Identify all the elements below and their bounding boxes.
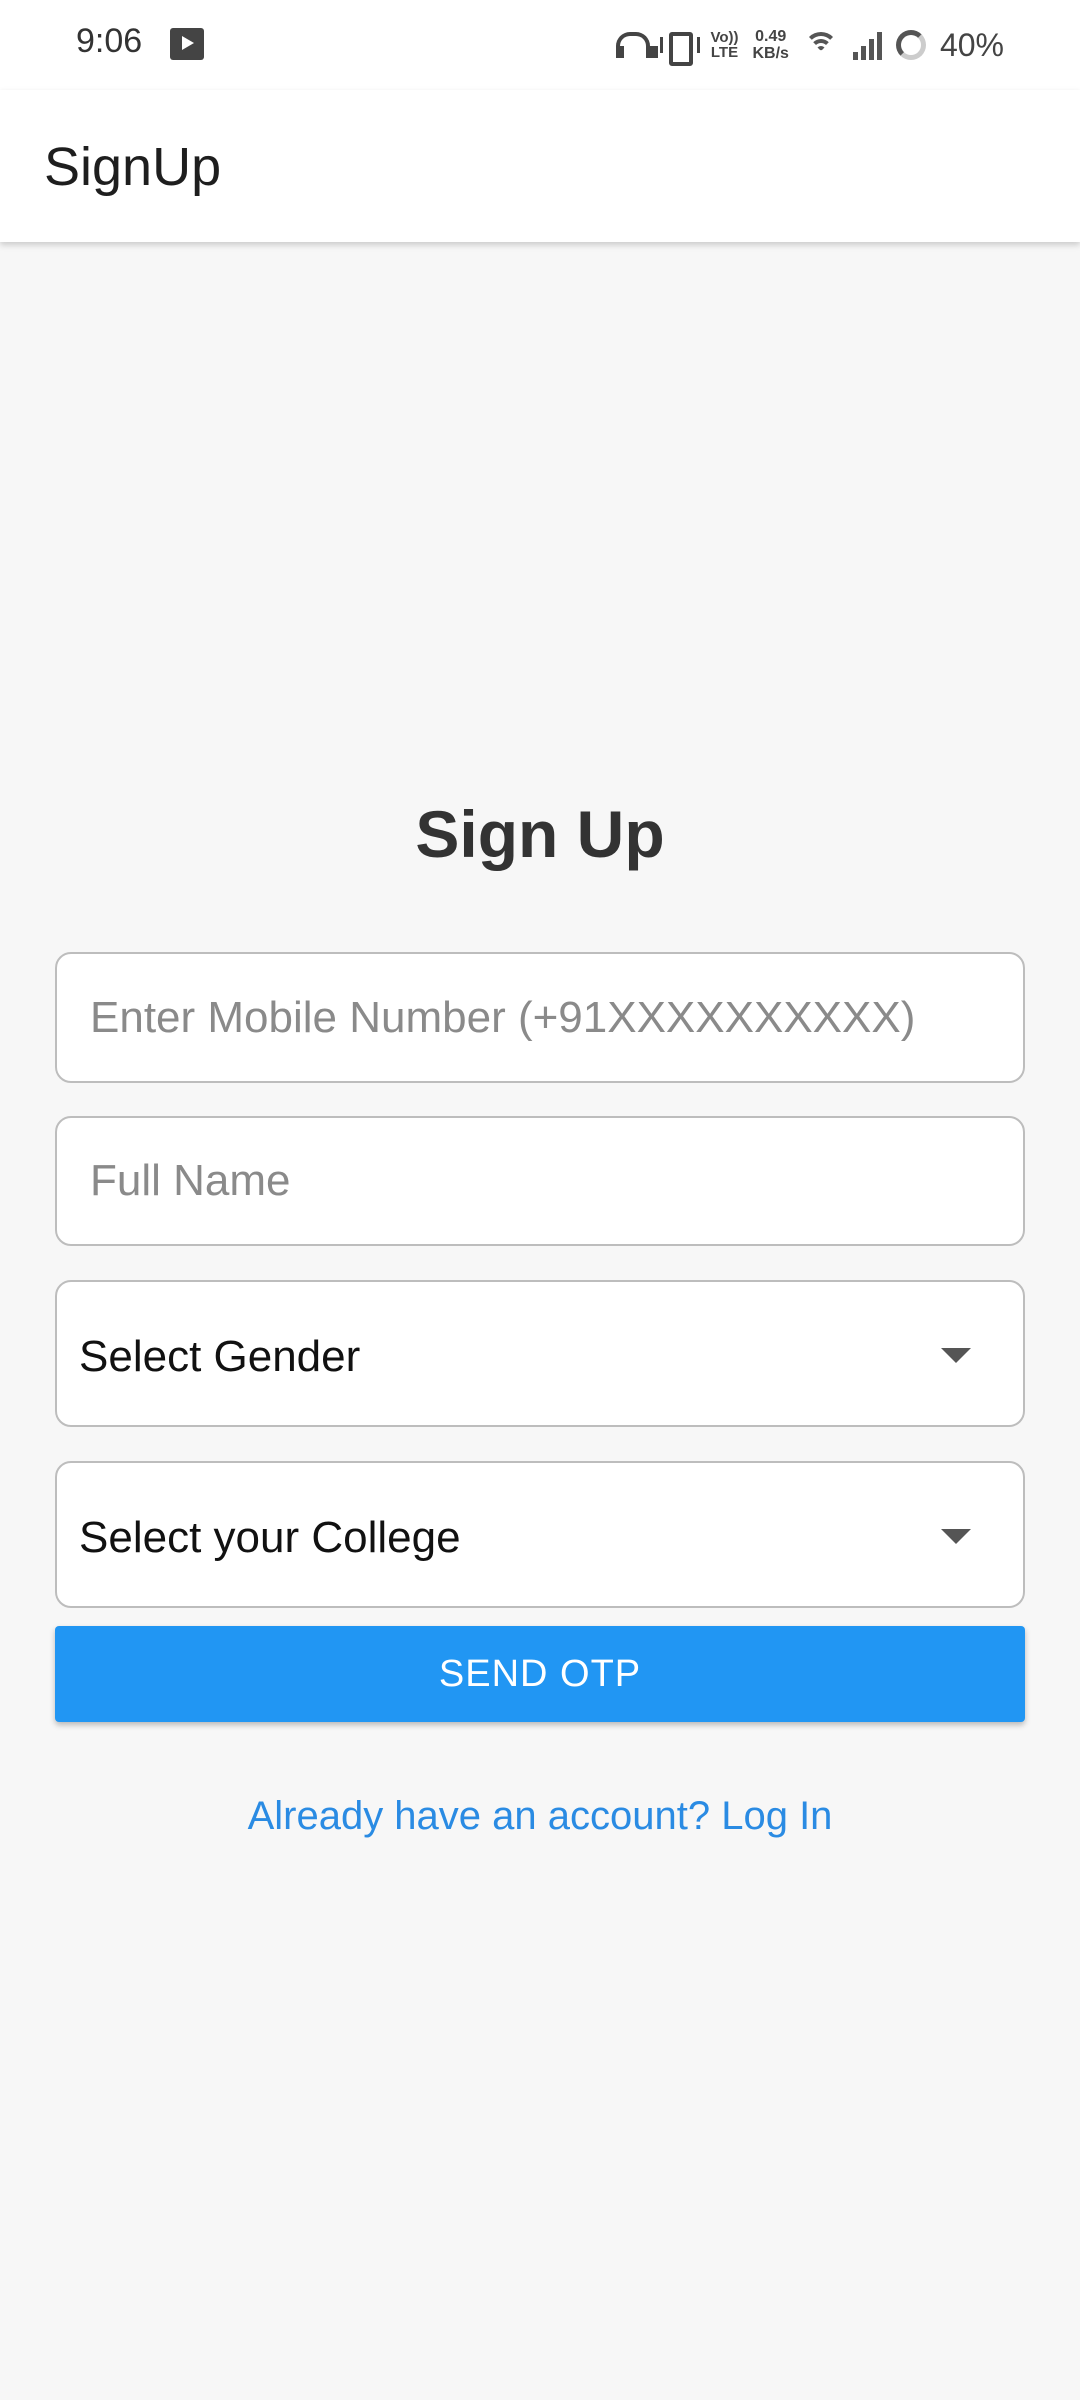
send-otp-button[interactable]: SEND OTP	[55, 1626, 1025, 1722]
battery-icon	[895, 30, 926, 60]
status-bar: 9:06 Vo)) LTE 0.49 KB/s 40%	[0, 0, 1080, 90]
signal-icon	[852, 30, 882, 60]
volte-icon: Vo)) LTE	[710, 30, 738, 60]
full-name-input[interactable]	[57, 1118, 1023, 1244]
login-link[interactable]: Already have an account? Log In	[0, 1794, 1080, 1839]
mobile-number-field-container	[55, 952, 1025, 1083]
caret-down-icon	[941, 1348, 971, 1363]
app-bar: SignUp	[0, 90, 1080, 242]
network-speed: 0.49 KB/s	[753, 28, 789, 62]
status-icons: Vo)) LTE 0.49 KB/s 40%	[614, 20, 1004, 70]
app-bar-title: SignUp	[44, 137, 222, 197]
battery-percentage: 40%	[939, 26, 1004, 63]
full-name-field-container	[55, 1116, 1025, 1246]
media-icon	[170, 28, 204, 60]
mobile-number-input[interactable]	[57, 954, 1023, 1081]
status-time: 9:06	[76, 22, 143, 60]
network-speed-value: 0.49	[755, 28, 787, 45]
caret-down-icon	[941, 1529, 971, 1544]
gender-select-label: Select Gender	[79, 1332, 361, 1381]
wifi-icon	[803, 30, 839, 60]
college-select[interactable]: Select your College	[55, 1461, 1025, 1608]
college-select-label: Select your College	[79, 1513, 461, 1562]
vibrate-icon	[658, 30, 701, 66]
gender-select[interactable]: Select Gender	[55, 1280, 1025, 1427]
volte-bottom-text: LTE	[710, 44, 739, 61]
headphones-icon	[614, 30, 659, 60]
network-speed-unit: KB/s	[752, 45, 789, 62]
page-title: Sign Up	[415, 797, 665, 871]
